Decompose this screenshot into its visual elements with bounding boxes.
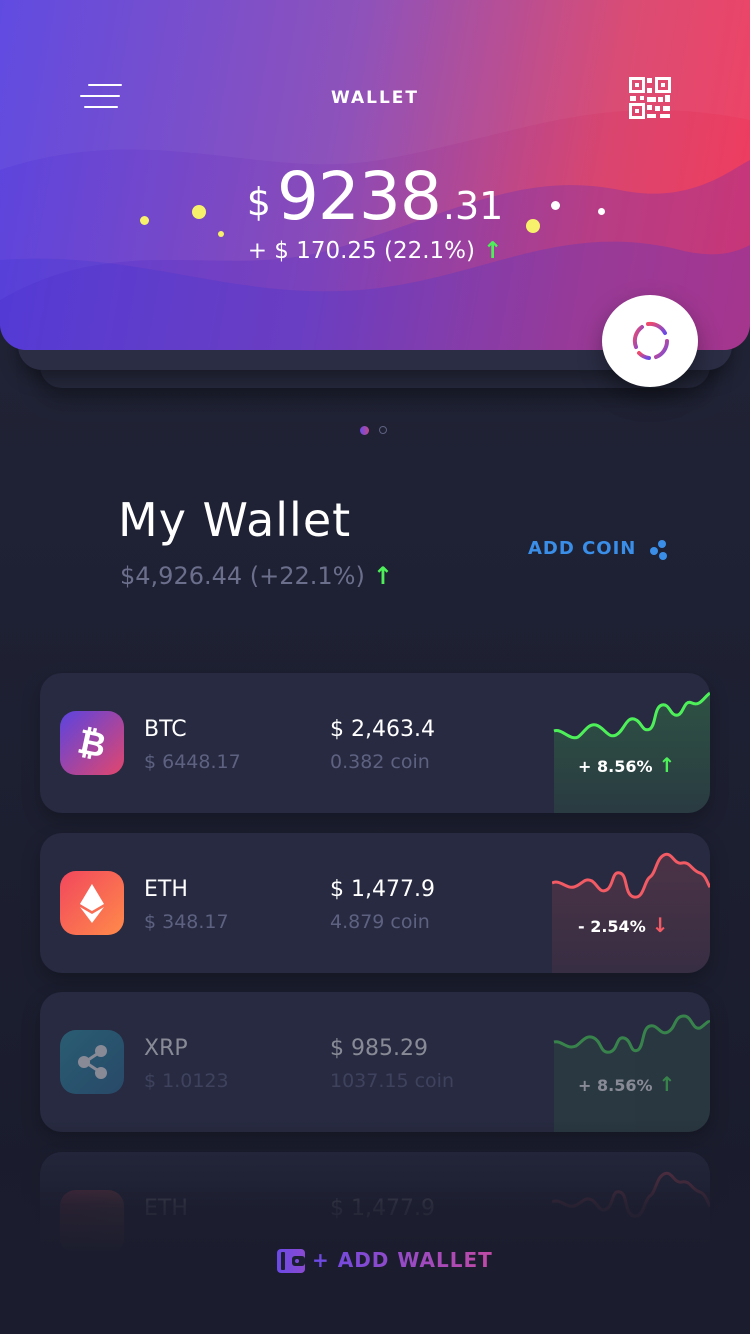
coin-change: + 8.56% ↑ xyxy=(578,1072,675,1096)
coin-row-xrp-content: XRP $ 1.0123 $ 985.29 1037.15 coin + 8.5… xyxy=(40,992,710,1132)
wallet-subtotal: $4,926.44 (+22.1%) ↑ xyxy=(120,562,393,590)
coin-symbol: ETH xyxy=(144,1196,188,1221)
arrow-down-icon: ↓ xyxy=(651,913,669,937)
balance-decimal: .31 xyxy=(442,184,504,228)
coin-symbol: BTC xyxy=(144,717,187,742)
coin-symbol: ETH xyxy=(144,877,188,902)
decor-dot xyxy=(526,219,540,233)
qr-code-icon xyxy=(629,77,671,119)
coin-price: $ 6448.17 xyxy=(144,751,241,773)
coin-change-text: + 8.56% xyxy=(578,1076,653,1095)
coin-value: $ 1,477.9 xyxy=(330,1196,435,1221)
sparkline-chart xyxy=(552,1171,710,1218)
coin-row-eth[interactable]: ETH $ 348.17 $ 1,477.9 4.879 coin - 2.54… xyxy=(40,833,710,973)
coin-value: $ 985.29 xyxy=(330,1036,428,1061)
wallet-icon xyxy=(277,1249,305,1273)
ethereum-symbol xyxy=(80,884,104,923)
hamburger-menu-icon xyxy=(88,84,122,86)
my-wallet-title: My Wallet xyxy=(118,493,352,547)
arrow-up-icon: ↑ xyxy=(658,753,676,777)
coin-change-text: - 2.54% xyxy=(578,917,646,936)
bitcoin-icon: ₿ xyxy=(60,711,124,775)
coin-symbol: XRP xyxy=(144,1036,188,1061)
add-coin-button[interactable]: ADD COIN xyxy=(528,538,636,559)
coin-value: $ 2,463.4 xyxy=(330,717,435,742)
bitcoin-symbol: ₿ xyxy=(74,722,109,767)
page-dot-active[interactable] xyxy=(360,426,369,435)
add-coin-dots-icon[interactable] xyxy=(648,539,670,561)
balance-currency: $ xyxy=(246,180,271,224)
coin-price: $ 1.0123 xyxy=(144,1070,229,1092)
ripple-icon xyxy=(60,1030,124,1094)
decor-dot xyxy=(140,216,149,225)
coin-change-text: + 8.56% xyxy=(578,757,653,776)
ethereum-icon xyxy=(60,871,124,935)
decor-dot xyxy=(192,205,206,219)
balance-change-text: + $ 170.25 (22.1%) xyxy=(247,238,476,264)
ethereum-icon xyxy=(60,1190,124,1254)
arrow-up-icon: ↑ xyxy=(483,238,503,264)
ripple-symbol xyxy=(78,1045,107,1079)
add-wallet-label: + ADD WALLET xyxy=(312,1248,493,1272)
page-dot[interactable] xyxy=(379,426,387,434)
svg-text:₿: ₿ xyxy=(74,722,109,767)
wallet-subtotal-text: $4,926.44 (+22.1%) xyxy=(120,562,365,590)
sparkline-chart xyxy=(553,1014,710,1132)
coin-price: $ 348.17 xyxy=(144,911,229,933)
decor-dot xyxy=(551,201,560,210)
decor-dot xyxy=(598,208,605,215)
decor-dot xyxy=(218,231,224,237)
coin-amount: 1037.15 coin xyxy=(330,1070,455,1092)
sparkline-chart xyxy=(553,691,710,813)
coin-amount: 0.382 coin xyxy=(330,751,430,773)
coin-change: + 8.56% ↑ xyxy=(578,753,675,777)
refresh-button[interactable] xyxy=(602,295,698,387)
total-balance: $9238.31 xyxy=(0,158,750,235)
coin-amount: 4.879 coin xyxy=(330,911,430,933)
refresh-icon xyxy=(632,321,670,360)
balance-change: + $ 170.25 (22.1%) ↑ xyxy=(0,238,750,264)
qr-code-button[interactable] xyxy=(628,76,672,120)
coin-value: $ 1,477.9 xyxy=(330,877,435,902)
arrow-up-icon: ↑ xyxy=(658,1072,676,1096)
coin-change: - 2.54% ↓ xyxy=(578,913,668,937)
sparkline-chart xyxy=(552,852,710,973)
arrow-up-icon: ↑ xyxy=(372,562,393,590)
coin-row-btc[interactable]: ₿ BTC $ 6448.17 $ 2,463.4 0.382 coin + 8… xyxy=(40,673,710,813)
balance-integer: 9238 xyxy=(276,158,442,235)
coin-row-xrp[interactable]: XRP $ 1.0123 $ 985.29 1037.15 coin + 8.5… xyxy=(40,992,710,1132)
